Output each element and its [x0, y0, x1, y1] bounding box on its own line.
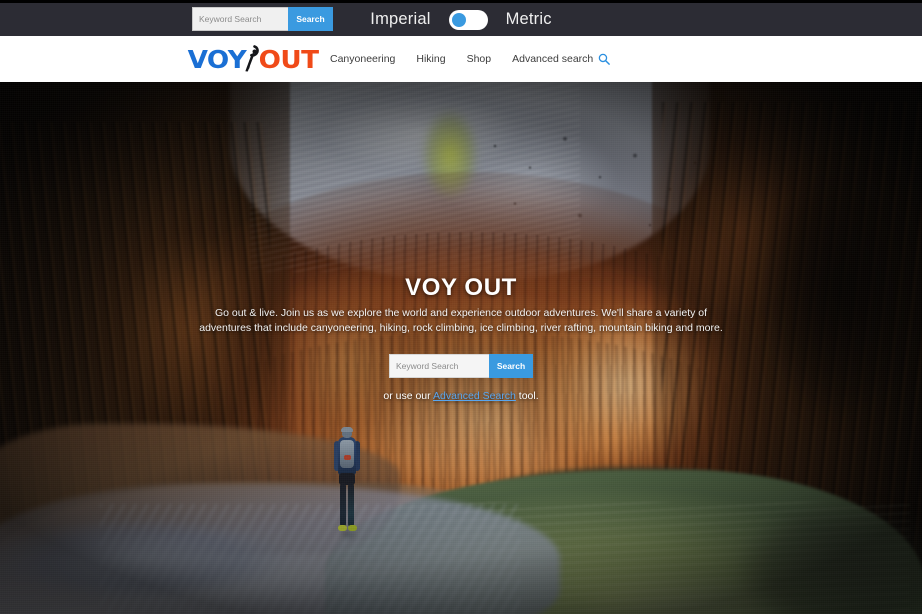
- site-header: VOY OUT Canyoneering Hiking Shop Advance…: [0, 36, 922, 82]
- unit-toggle-switch[interactable]: [448, 9, 488, 30]
- hero-search-input[interactable]: [389, 354, 489, 378]
- hero-alt-prefix: or use our: [383, 390, 433, 402]
- hero-alt-suffix: tool.: [515, 390, 539, 402]
- nav-item-hiking[interactable]: Hiking: [416, 53, 445, 65]
- hero-alternate-search-text: or use our Advanced Search tool.: [0, 390, 922, 402]
- hero-title: VOY OUT: [405, 274, 517, 301]
- top-utility-bar: Search Imperial Metric: [0, 3, 922, 36]
- nav-item-advanced-search[interactable]: Advanced search: [512, 53, 611, 65]
- logo-text-voy: VOY: [187, 44, 247, 74]
- nav-item-advanced-search-label: Advanced search: [512, 53, 594, 65]
- hero-search-form: Search: [0, 354, 922, 378]
- nav-item-shop[interactable]: Shop: [467, 53, 492, 65]
- topbar-search-button[interactable]: Search: [288, 7, 333, 31]
- page-root: Search Imperial Metric VOY OUT: [0, 0, 922, 614]
- nav-item-canyoneering[interactable]: Canyoneering: [330, 53, 395, 65]
- topbar-search-input[interactable]: [192, 7, 288, 31]
- unit-label-metric[interactable]: Metric: [506, 10, 552, 29]
- hero-content: VOY OUT Go out & live. Join us as we exp…: [0, 82, 922, 614]
- hero-search-button[interactable]: Search: [489, 354, 533, 378]
- site-logo[interactable]: VOY OUT: [187, 44, 319, 74]
- main-navigation: Canyoneering Hiking Shop Advanced search: [330, 36, 611, 82]
- advanced-search-link[interactable]: Advanced Search: [433, 390, 516, 402]
- search-icon: [598, 53, 611, 65]
- hero-subtitle: Go out & live. Join us as we explore the…: [199, 307, 723, 335]
- unit-toggle-group: Imperial Metric: [0, 3, 922, 36]
- unit-label-imperial[interactable]: Imperial: [370, 10, 430, 29]
- unit-toggle-knob: [451, 12, 466, 27]
- hero-section: VOY OUT Go out & live. Join us as we exp…: [0, 82, 922, 614]
- topbar-search-form: Search: [192, 7, 333, 31]
- logo-text-out: OUT: [258, 44, 319, 74]
